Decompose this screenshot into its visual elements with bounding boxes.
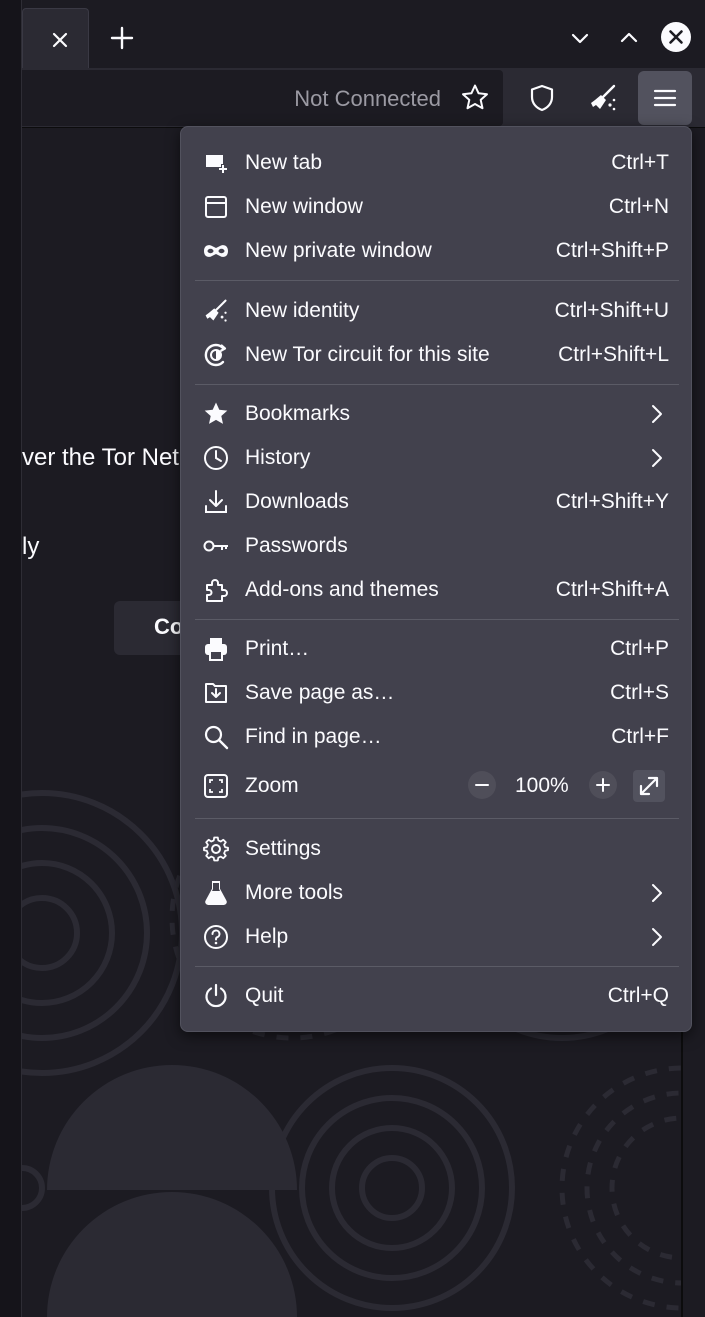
menu-item-history[interactable]: History [195, 436, 679, 480]
chevron-right-icon [652, 884, 662, 902]
chevron-right-icon [652, 405, 662, 423]
chevron-right-icon [652, 928, 662, 946]
broom-icon [205, 299, 227, 322]
hamburger-menu-icon [653, 89, 677, 107]
menu-item-addons[interactable]: Add-ons and themes Ctrl+Shift+A [195, 568, 679, 612]
menu-item-save-page[interactable]: Save page as… Ctrl+S [195, 671, 679, 715]
star-icon[interactable] [459, 82, 491, 114]
connect-button-label: Co [154, 614, 184, 639]
chevron-down-icon[interactable] [566, 24, 594, 52]
printer-icon [205, 638, 227, 661]
menu-separator [195, 818, 679, 819]
menu-item-settings[interactable]: Settings [195, 827, 679, 871]
app-menu-button[interactable] [638, 71, 692, 125]
new-tab-icon [206, 155, 228, 174]
menu-item-passwords[interactable]: Passwords [195, 524, 679, 568]
download-icon [205, 490, 227, 513]
menu-item-new-tab[interactable]: New tab Ctrl+T [195, 141, 679, 185]
zoom-level[interactable]: 100% [515, 774, 569, 798]
private-mask-icon [204, 245, 228, 257]
star-filled-icon [204, 402, 228, 424]
menu-item-more-tools[interactable]: More tools [195, 871, 679, 915]
tor-circuit-icon [204, 343, 227, 367]
menu-item-downloads[interactable]: Downloads Ctrl+Shift+Y [195, 480, 679, 524]
menu-item-help[interactable]: Help [195, 915, 679, 959]
new-identity-button[interactable] [576, 71, 630, 125]
zoom-in-button[interactable] [586, 768, 620, 802]
menu-item-new-tor-circuit[interactable]: New Tor circuit for this site Ctrl+Shift… [195, 333, 679, 377]
flask-icon [205, 881, 227, 905]
fullscreen-button[interactable] [633, 770, 665, 802]
page-border [681, 1030, 683, 1317]
chevron-up-icon[interactable] [615, 24, 643, 52]
connection-status: Not Connected [294, 86, 441, 111]
window-edge [0, 0, 22, 1317]
plus-icon[interactable] [106, 22, 138, 54]
menu-item-new-private-window[interactable]: New private window Ctrl+Shift+P [195, 229, 679, 273]
search-icon [204, 725, 229, 750]
zoom-frame-icon [204, 774, 228, 798]
tab-strip [22, 0, 705, 68]
page-text-fragment: ly [22, 533, 40, 560]
close-icon[interactable] [49, 29, 71, 51]
save-page-icon [205, 683, 227, 703]
minus-icon [468, 771, 496, 799]
power-icon [205, 983, 227, 1008]
chevron-right-icon [652, 449, 662, 467]
current-tab[interactable] [22, 8, 89, 68]
menu-separator [195, 280, 679, 281]
menu-separator [195, 619, 679, 620]
page-text-fragment: ver the Tor Net [22, 444, 179, 471]
menu-item-find-in-page[interactable]: Find in page… Ctrl+F [195, 715, 679, 759]
menu-separator [195, 384, 679, 385]
menu-item-new-identity[interactable]: New identity Ctrl+Shift+U [195, 289, 679, 333]
zoom-out-button[interactable] [465, 768, 499, 802]
app-menu: New tab Ctrl+T New window Ctrl+N New pri… [180, 126, 692, 1032]
broom-icon [591, 84, 616, 111]
menu-separator [195, 966, 679, 967]
fullscreen-icon [639, 776, 659, 796]
plus-icon [589, 771, 617, 799]
gear-icon [203, 836, 229, 862]
menu-item-print[interactable]: Print… Ctrl+P [195, 627, 679, 671]
close-circle-icon[interactable] [660, 21, 692, 53]
help-icon [204, 925, 228, 949]
url-bar[interactable]: Not Connected [22, 70, 503, 126]
window-icon [205, 196, 227, 218]
menu-item-new-window[interactable]: New window Ctrl+N [195, 185, 679, 229]
menu-item-quit[interactable]: Quit Ctrl+Q [195, 974, 679, 1018]
key-icon [203, 540, 228, 552]
menu-item-zoom: Zoom 100% [195, 764, 679, 808]
navigation-toolbar: Not Connected [22, 68, 705, 128]
puzzle-icon [206, 579, 228, 602]
menu-item-bookmarks[interactable]: Bookmarks [195, 392, 679, 436]
shield-icon [530, 84, 554, 112]
clock-icon [204, 446, 228, 470]
shield-button[interactable] [515, 71, 569, 125]
